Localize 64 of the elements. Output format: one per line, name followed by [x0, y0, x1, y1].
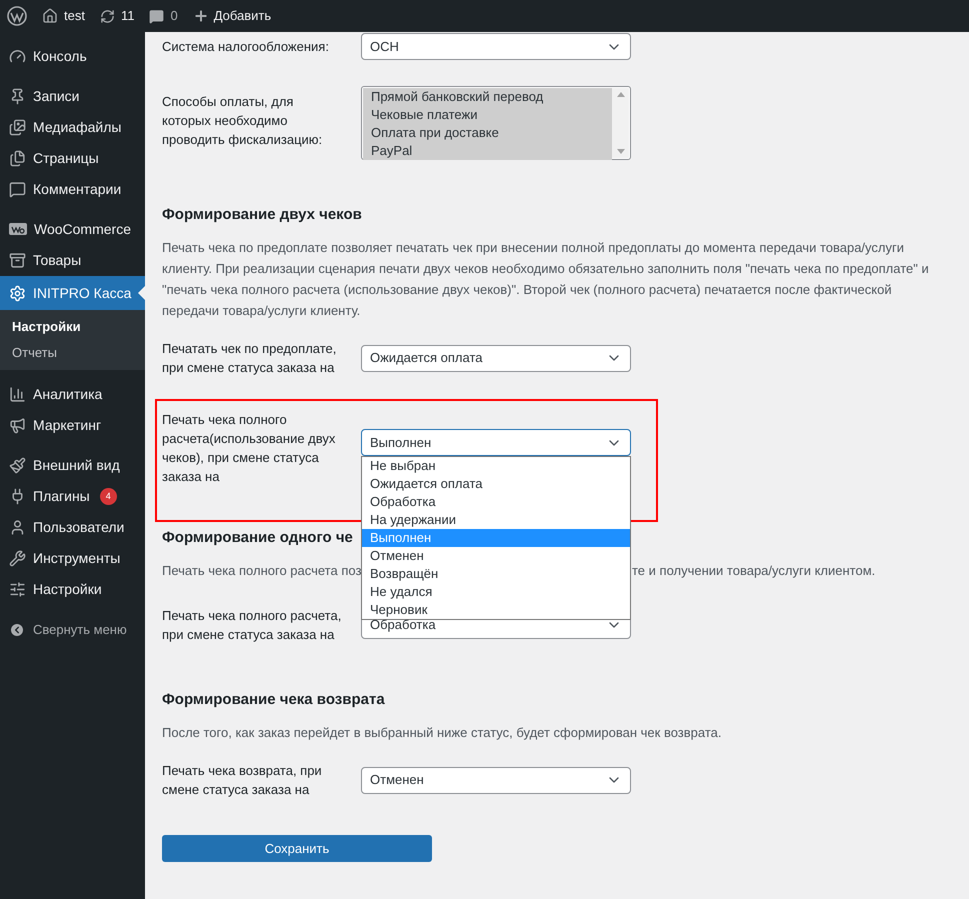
menu-item[interactable]: Настройки [0, 574, 145, 605]
submenu-item[interactable]: Настройки [0, 314, 145, 340]
pin-icon [9, 88, 26, 105]
updates-link[interactable]: 11 [100, 6, 134, 26]
menu-item[interactable]: Пользователи [0, 512, 145, 543]
menu-item[interactable]: Медиафайлы [0, 112, 145, 143]
scrollbar[interactable] [612, 88, 629, 158]
scroll-up-icon[interactable] [616, 92, 624, 97]
megaphone-icon [9, 417, 26, 434]
menu-item[interactable]: WooCommerce [0, 214, 145, 245]
comment-icon [9, 181, 26, 198]
site-link[interactable]: test [42, 6, 85, 26]
wrench-icon [9, 550, 26, 567]
bar-chart-icon [9, 386, 26, 403]
field-label: Печать чека полного расчета, при смене статуса заказа на [162, 607, 342, 644]
section-description: После того, как заказ перейдет в выбранный ниже статус, будет сформирован чек возврата. [162, 724, 722, 742]
section-heading: Формирование одного че [162, 528, 353, 548]
section-heading: Формирование чека возврата [162, 690, 385, 710]
refresh-icon [100, 8, 115, 24]
settings-icon [9, 284, 26, 302]
user-icon [9, 519, 26, 536]
plus-icon [192, 8, 209, 24]
menu-item[interactable]: Консоль [0, 41, 145, 72]
save-button[interactable]: Сохранить [162, 835, 432, 862]
menu-item[interactable]: Маркетинг [0, 410, 145, 441]
section-description: те и получении товара/услуги клиентом. [632, 562, 876, 580]
section-heading: Формирование двух чеков [162, 205, 362, 225]
menu-item[interactable]: Инструменты [0, 543, 145, 574]
collapse-menu-button[interactable]: Свернуть меню [0, 614, 145, 645]
menu-item[interactable]: Аналитика [0, 379, 145, 410]
field-label: Способы оплаты, для которых необходимо проводить фискализацию: [162, 93, 324, 149]
archive-icon [9, 252, 26, 269]
submenu-item[interactable]: Отчеты [0, 340, 145, 366]
field-label: Система налогообложения: [162, 38, 330, 56]
count-badge: 4 [100, 488, 117, 505]
shop-icon [9, 222, 27, 236]
menu-item[interactable]: Комментарии [0, 174, 145, 205]
menu-item[interactable]: Записи [0, 81, 145, 112]
multi-select-list[interactable]: Прямой банковский перевод Чековые платежи Оплата при доставке PayPal [361, 86, 631, 160]
field-label: Печать чека возврата, при смене статуса заказа на [162, 762, 323, 799]
section-description: Печать чека полного расчета поз [162, 563, 362, 578]
field-label: Печатать чек по предоплате, при смене статуса заказа на [162, 340, 338, 377]
menu-item[interactable]: Внешний вид [0, 450, 145, 481]
home-icon [42, 8, 58, 24]
menu-item[interactable]: Страницы [0, 143, 145, 174]
logo-icon[interactable] [7, 6, 27, 26]
sliders-icon [9, 581, 26, 598]
scroll-down-icon[interactable] [616, 149, 624, 154]
menu-item[interactable]: Плагины 4 [0, 481, 145, 512]
section-description: Печать чека по предоплате позволяет печатать чек при внесении полной предоплаты до момента передачи товара/услуги клиенту. При реализации сценария печати двух чеков необходимо обязательно заполнить поля "печать чека по предоплате" и "печать чека полного расчета (использование двух чеков)". Второй чек (полного расчета) печатается после фактической передачи товара/услуги клиенту. [162, 239, 930, 320]
select-field[interactable]: Ожидается оплата [361, 344, 631, 372]
dashboard-icon [9, 48, 26, 65]
media-icon [9, 119, 26, 136]
pages-icon [9, 150, 26, 167]
menu-item[interactable]: Товары [0, 245, 145, 276]
brush-icon [9, 457, 26, 474]
menu-item[interactable]: INITPRO Касса [0, 276, 145, 310]
comments-link[interactable]: 0 [149, 6, 178, 26]
new-link[interactable]: Добавить [192, 6, 272, 26]
select-field[interactable]: ОСН [361, 33, 631, 60]
field-label: Печать чека полного расчета(использование двух чеков), при смене статуса заказа на [162, 411, 336, 486]
collapse-icon [9, 622, 25, 638]
select-field[interactable]: Отменен [361, 766, 631, 794]
comment-icon [149, 8, 164, 24]
